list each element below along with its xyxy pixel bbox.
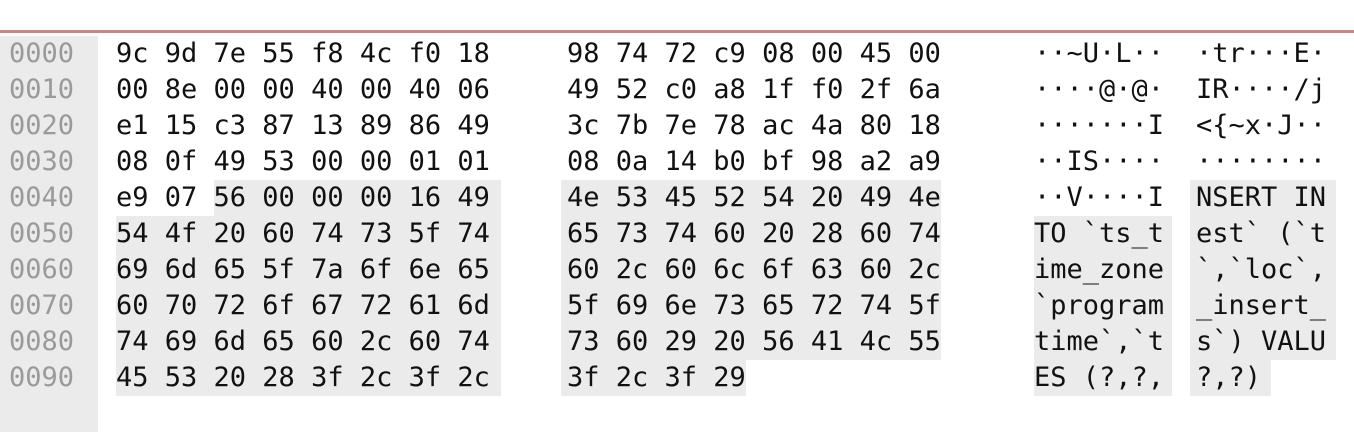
ascii-second-half: ?,?) (1196, 362, 1262, 393)
hex-bytes-first-half: e1 15 c3 87 13 89 86 49 (116, 110, 490, 141)
hex-row[interactable]: 0020 e1 15 c3 87 13 89 86 49 3c 7b 7e 78 a… (0, 108, 1354, 144)
row-offset: 0090 (9, 362, 75, 393)
hex-bytes-second-half: 60 2c 60 6c 6f 63 60 2c (567, 254, 941, 285)
hex-row[interactable]: 0010 00 8e 00 00 40 00 40 06 49 52 c0 a8 1… (0, 72, 1354, 108)
hex-bytes-first-half: 60 70 72 6f 67 72 61 6d (116, 290, 490, 321)
ascii-first-half: time`,`t (1034, 326, 1165, 357)
hex-bytes-first-half: e9 07 56 00 00 00 16 49 (116, 182, 490, 213)
ascii-first-half: ime_zone (1034, 254, 1165, 285)
hex-bytes-second-half: 4e 53 45 52 54 20 49 4e (567, 182, 941, 213)
row-offset: 0080 (9, 326, 75, 357)
ascii-second-half: IR····/j (1196, 74, 1327, 105)
hex-row[interactable]: 0080 74 69 6d 65 60 2c 60 74 73 60 29 20 5… (0, 324, 1354, 360)
hex-row[interactable]: 0050 54 4f 20 60 74 73 5f 74 65 73 74 60 2… (0, 216, 1354, 252)
row-offset: 0050 (9, 218, 75, 249)
hex-row[interactable]: 0060 69 6d 65 5f 7a 6f 6e 65 60 2c 60 6c 6… (0, 252, 1354, 288)
ascii-first-half: ····@·@· (1034, 74, 1165, 105)
row-offset: 0020 (9, 110, 75, 141)
hex-bytes-second-half: 3f 2c 3f 29 (567, 362, 746, 393)
hex-bytes-second-half: 73 60 29 20 56 41 4c 55 (567, 326, 941, 357)
ascii-second-half: NSERT IN (1196, 182, 1327, 213)
ascii-first-half: ES (?,?, (1034, 362, 1165, 393)
ascii-second-half: `,`loc`, (1196, 254, 1327, 285)
row-offset: 0040 (9, 182, 75, 213)
hex-bytes-first-half: 9c 9d 7e 55 f8 4c f0 18 (116, 38, 490, 69)
ascii-second-half: <{~x·J·· (1196, 110, 1327, 141)
hex-bytes-first-half: 54 4f 20 60 74 73 5f 74 (116, 218, 490, 249)
ascii-second-half: _insert_ (1196, 290, 1327, 321)
ascii-second-half: ········ (1196, 146, 1327, 177)
ascii-second-half: s`) VALU (1196, 326, 1327, 357)
hex-row[interactable]: 0040 e9 07 56 00 00 00 16 49 4e 53 45 52 5… (0, 180, 1354, 216)
row-offset: 0060 (9, 254, 75, 285)
row-offset: 0010 (9, 74, 75, 105)
ascii-first-half: ··~U·L·· (1034, 38, 1165, 69)
row-offset: 0070 (9, 290, 75, 321)
hex-bytes-second-half: 65 73 74 60 20 28 60 74 (567, 218, 941, 249)
hex-row[interactable]: 0070 60 70 72 6f 67 72 61 6d 5f 69 6e 73 6… (0, 288, 1354, 324)
row-offset: 0000 (9, 38, 75, 69)
ascii-first-half: `program (1034, 290, 1165, 321)
hex-bytes-first-half: 45 53 20 28 3f 2c 3f 2c (116, 362, 490, 393)
pane-header-divider (0, 0, 1354, 33)
hex-bytes-second-half: 49 52 c0 a8 1f f0 2f 6a (567, 74, 941, 105)
hex-bytes-second-half: 5f 69 6e 73 65 72 74 5f (567, 290, 941, 321)
hex-bytes-first-half: 74 69 6d 65 60 2c 60 74 (116, 326, 490, 357)
hex-bytes-first-half: 08 0f 49 53 00 00 01 01 (116, 146, 490, 177)
hex-row[interactable]: 0000 9c 9d 7e 55 f8 4c f0 18 98 74 72 c9 0… (0, 36, 1354, 72)
hex-bytes-first-half: 00 8e 00 00 40 00 40 06 (116, 74, 490, 105)
hex-row[interactable]: 0090 45 53 20 28 3f 2c 3f 2c 3f 2c 3f 29 ES… (0, 360, 1354, 396)
ascii-second-half: est` (`t (1196, 218, 1327, 249)
ascii-first-half: ··V····I (1034, 182, 1165, 213)
hex-row[interactable]: 0030 08 0f 49 53 00 00 01 01 08 0a 14 b0 b… (0, 144, 1354, 180)
ascii-second-half: ·tr···E· (1196, 38, 1327, 69)
row-offset: 0030 (9, 146, 75, 177)
hex-bytes-second-half: 98 74 72 c9 08 00 45 00 (567, 38, 941, 69)
ascii-first-half: ·······I (1034, 110, 1165, 141)
ascii-first-half: TO `ts_t (1034, 218, 1165, 249)
hex-bytes-second-half: 3c 7b 7e 78 ac 4a 80 18 (567, 110, 941, 141)
ascii-first-half: ··IS···· (1034, 146, 1165, 177)
hex-bytes-second-half: 08 0a 14 b0 bf 98 a2 a9 (567, 146, 941, 177)
hex-bytes-first-half: 69 6d 65 5f 7a 6f 6e 65 (116, 254, 490, 285)
